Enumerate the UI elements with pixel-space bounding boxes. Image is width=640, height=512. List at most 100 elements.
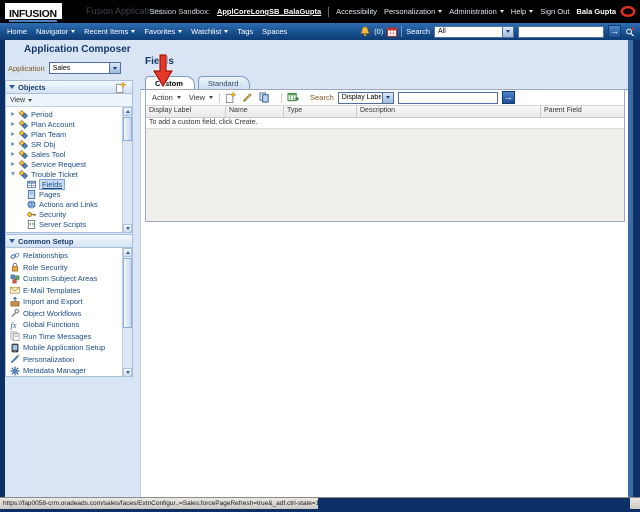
tree-item-label: Period (31, 109, 53, 119)
nav-favorites-label: Favorites (144, 27, 176, 36)
divider (401, 26, 403, 37)
common-item-metadata-manager[interactable]: Metadata Manager (6, 365, 132, 377)
expand-icon[interactable] (11, 162, 19, 166)
personalization-menu[interactable]: Personalization (384, 7, 443, 16)
scrollbar-thumb[interactable] (123, 258, 132, 328)
tree-item-service-request[interactable]: Service Request (6, 159, 132, 169)
dropdown-button[interactable] (381, 92, 393, 103)
create-icon[interactable] (224, 92, 237, 103)
sign-out-link[interactable]: Sign Out (540, 7, 569, 16)
scroll-down-button[interactable] (123, 224, 132, 233)
nav-recent-items[interactable]: Recent Items (84, 27, 136, 36)
tab-custom[interactable]: Custom (145, 76, 195, 89)
collapse-icon[interactable] (11, 172, 19, 176)
tree-item-fields[interactable]: Fields (6, 178, 132, 190)
tree-scrollbar[interactable] (122, 107, 132, 233)
tree-item-plan-team[interactable]: Plan Team (6, 129, 132, 139)
dropdown-button[interactable] (502, 26, 513, 37)
scroll-up-button[interactable] (123, 248, 132, 257)
help-menu-label: Help (510, 7, 527, 16)
view-menu-label: View (188, 93, 205, 102)
chevron-down-icon (499, 10, 504, 13)
common-item-email-templates[interactable]: E-Mail Templates (6, 285, 132, 297)
global-search-input[interactable] (518, 25, 604, 38)
column-header-parent-field[interactable]: Parent Field (541, 106, 624, 117)
expand-icon[interactable] (11, 152, 19, 156)
brand-logo: INFUSION (5, 3, 62, 22)
column-header-display-label[interactable]: Display Label (146, 106, 226, 117)
object-icon (19, 149, 28, 159)
tree-item-sales-tool[interactable]: Sales Tool (6, 149, 132, 159)
column-header-description[interactable]: Description (357, 106, 541, 117)
calendar-icon[interactable] (387, 27, 398, 37)
common-item-custom-subject-areas[interactable]: Custom Subject Areas (6, 273, 132, 285)
export-to-excel-icon[interactable] (286, 92, 300, 103)
scroll-down-button[interactable] (123, 368, 132, 377)
tree-item-security[interactable]: Security (6, 209, 132, 219)
nav-tags[interactable]: Tags (237, 27, 253, 36)
administration-menu[interactable]: Administration (449, 7, 504, 16)
common-item-label: Global Functions (23, 320, 80, 330)
expand-icon[interactable] (11, 112, 19, 116)
expand-icon[interactable] (11, 132, 19, 136)
common-item-personalization[interactable]: Personalization (6, 354, 132, 366)
common-item-global-functions[interactable]: fx Global Functions (6, 319, 132, 331)
application-selector-row: Application Sales (8, 62, 121, 74)
objects-view-menu[interactable]: View (6, 94, 132, 107)
table-search-go-button[interactable]: → (501, 91, 515, 104)
tree-item-pages[interactable]: Pages (6, 189, 132, 199)
common-setup-list: Relationships Role Security Custom Subje… (6, 248, 132, 377)
common-setup-header[interactable]: Common Setup (6, 235, 132, 248)
common-item-mobile-application-setup[interactable]: Mobile Application Setup (6, 342, 132, 354)
common-item-run-time-messages[interactable]: Run Time Messages (6, 331, 132, 343)
scroll-up-button[interactable] (123, 107, 132, 116)
nav-home[interactable]: Home (7, 27, 27, 36)
divider (218, 92, 220, 103)
session-cluster: Session Sandbox: ApplCoreLongSB_BalaGupt… (149, 0, 616, 23)
nav-navigator[interactable]: Navigator (36, 27, 76, 36)
nav-spaces[interactable]: Spaces (262, 27, 287, 36)
common-setup-scrollbar[interactable] (122, 248, 132, 377)
tree-item-actions-and-links[interactable]: Actions and Links (6, 199, 132, 209)
copy-icon[interactable] (258, 92, 271, 103)
create-object-icon[interactable] (115, 81, 126, 93)
search-by-value: Display Label (341, 94, 381, 101)
common-item-role-security[interactable]: Role Security (6, 262, 132, 274)
action-menu-button[interactable]: Action (150, 93, 183, 102)
edit-icon[interactable] (241, 92, 254, 103)
column-header-name[interactable]: Name (226, 106, 284, 117)
common-item-label: Import and Export (23, 297, 83, 307)
nav-favorites[interactable]: Favorites (144, 27, 183, 36)
common-item-object-workflows[interactable]: Object Workflows (6, 308, 132, 320)
search-scope-select[interactable]: All (434, 25, 514, 38)
view-menu-button[interactable]: View (187, 93, 215, 102)
collapse-icon[interactable] (9, 239, 15, 243)
table-search-input[interactable] (397, 91, 498, 104)
advanced-search-icon[interactable] (625, 27, 635, 37)
common-item-import-and-export[interactable]: Import and Export (6, 296, 132, 308)
search-by-select[interactable]: Display Label (337, 91, 394, 104)
column-header-type[interactable]: Type (284, 106, 357, 117)
common-item-relationships[interactable]: Relationships (6, 250, 132, 262)
alerts-bell-icon[interactable] (360, 26, 370, 37)
tab-standard[interactable]: Standard (197, 76, 251, 89)
search-go-button[interactable]: → (608, 25, 621, 38)
tree-item-trouble-ticket[interactable]: Trouble Ticket (6, 169, 132, 179)
expand-icon[interactable] (11, 142, 19, 146)
tree-item-period[interactable]: Period (6, 109, 132, 119)
objects-header[interactable]: Objects (6, 81, 132, 94)
dropdown-button[interactable] (108, 63, 120, 73)
common-item-label: Metadata Manager (23, 366, 86, 376)
global-search-label: Search (406, 27, 430, 36)
application-select[interactable]: Sales (48, 62, 121, 74)
tree-item-plan-account[interactable]: Plan Account (6, 119, 132, 129)
tree-item-server-scripts[interactable]: Server Scripts (6, 219, 132, 229)
help-menu[interactable]: Help (510, 7, 534, 16)
expand-icon[interactable] (11, 122, 19, 126)
nav-watchlist[interactable]: Watchlist (191, 27, 229, 36)
collapse-icon[interactable] (9, 85, 15, 89)
scrollbar-thumb[interactable] (123, 117, 132, 141)
accessibility-link[interactable]: Accessibility (336, 7, 377, 16)
session-sandbox-link[interactable]: ApplCoreLongSB_BalaGupta (217, 7, 321, 16)
tree-item-sr-obj[interactable]: SR Obj (6, 139, 132, 149)
